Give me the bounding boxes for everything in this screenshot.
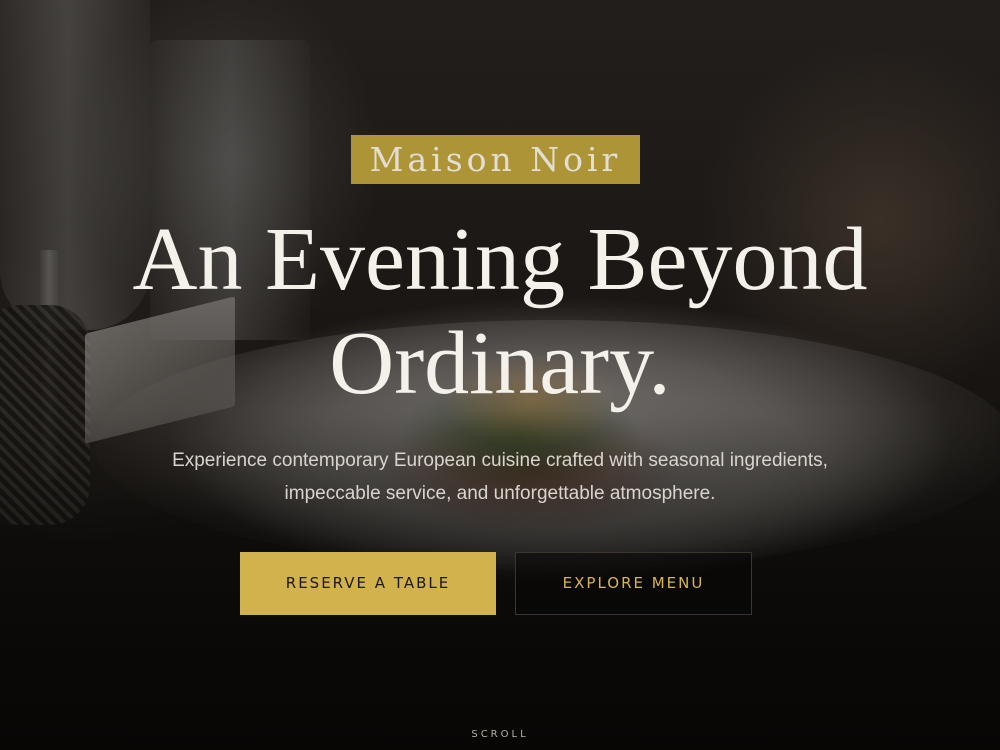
headline-line-2: Ordinary. bbox=[329, 314, 671, 413]
hero-subtitle: Experience contemporary European cuisine… bbox=[100, 444, 900, 510]
brand-badge: Maison Noir bbox=[351, 135, 640, 184]
hero-content: Maison Noir An Evening Beyond Ordinary. … bbox=[0, 0, 1000, 750]
subtitle-line-2: impeccable service, and unforgettable at… bbox=[284, 483, 716, 504]
hero-headline: An Evening Beyond Ordinary. bbox=[20, 208, 980, 416]
hero-section: Maison Noir An Evening Beyond Ordinary. … bbox=[0, 0, 1000, 750]
explore-menu-button[interactable]: EXPLORE MENU bbox=[515, 552, 752, 615]
headline-line-1: An Evening Beyond bbox=[132, 210, 868, 309]
subtitle-line-1: Experience contemporary European cuisine… bbox=[172, 450, 828, 471]
reserve-table-button[interactable]: RESERVE A TABLE bbox=[240, 552, 496, 615]
scroll-indicator[interactable]: SCROLL bbox=[0, 729, 1000, 740]
